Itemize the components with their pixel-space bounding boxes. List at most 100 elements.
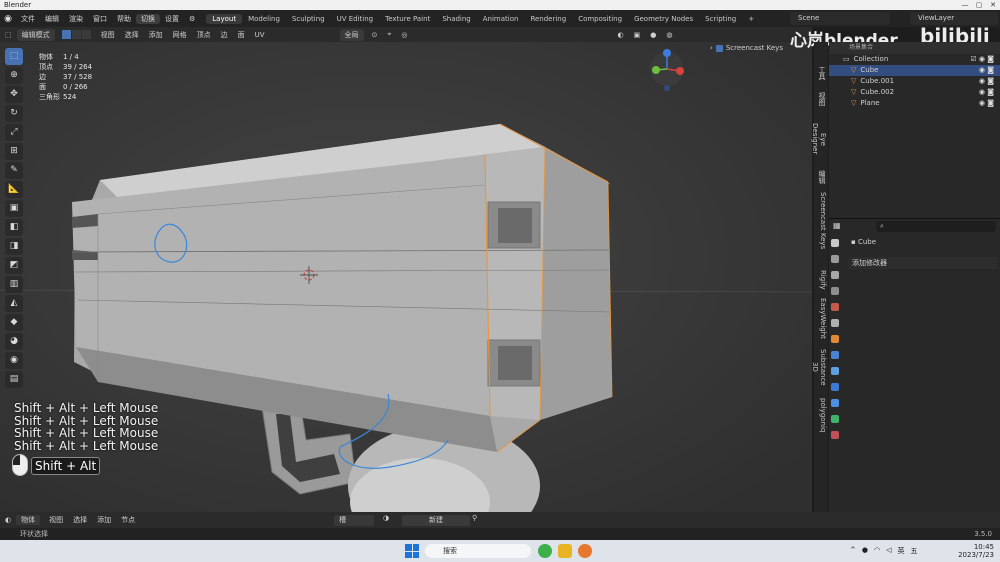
- extrude-icon[interactable]: ◧: [5, 219, 23, 236]
- mode-selector[interactable]: 编辑模式: [16, 28, 55, 41]
- annotate-icon[interactable]: ✎: [5, 162, 23, 179]
- measure-icon[interactable]: 📐: [5, 181, 23, 198]
- menu-face[interactable]: 面: [233, 30, 250, 40]
- overlay-icon[interactable]: ◐: [612, 31, 628, 39]
- pin-icon[interactable]: ⚲: [472, 514, 477, 522]
- visibility-icon[interactable]: ◉ ◙: [979, 76, 994, 87]
- bottom-menu-node[interactable]: 节点: [116, 515, 140, 525]
- transform-orientation-selector[interactable]: 全局: [339, 28, 364, 41]
- loop-cut-icon[interactable]: ▥: [5, 276, 23, 293]
- minimize-button[interactable]: —: [958, 0, 972, 10]
- taskbar-search[interactable]: 搜索: [425, 544, 531, 558]
- face-select-icon[interactable]: [81, 30, 91, 39]
- tab-easyweight[interactable]: EasyWeight: [815, 298, 827, 339]
- output-props-icon[interactable]: [831, 271, 839, 279]
- menu-edge[interactable]: 边: [216, 30, 233, 40]
- tab-compositing[interactable]: Compositing: [572, 14, 628, 24]
- vertex-select-icon[interactable]: [61, 30, 71, 39]
- visibility-icon[interactable]: ◉ ◙: [979, 87, 994, 98]
- wechat-icon[interactable]: [538, 544, 552, 558]
- tab-eye-designer[interactable]: Eye Designer: [811, 116, 827, 162]
- blender-taskbar-icon[interactable]: [578, 544, 592, 558]
- blender-logo-icon[interactable]: ◉: [0, 14, 16, 24]
- new-button[interactable]: 新建: [402, 515, 470, 526]
- menu-render[interactable]: 渲染: [64, 14, 88, 24]
- bottom-mode-selector[interactable]: 物体: [16, 515, 41, 525]
- editor-type-icon[interactable]: ◐: [0, 516, 16, 524]
- screencast-checkbox[interactable]: [715, 44, 723, 52]
- tab-rigify[interactable]: Rigify: [815, 268, 827, 292]
- view-layer-props-icon[interactable]: [831, 287, 839, 295]
- outliner-row-cube[interactable]: ▽ Cube ◉ ◙: [829, 65, 1000, 76]
- chevron-right-icon[interactable]: ›: [710, 44, 713, 52]
- properties-search[interactable]: ⌕: [876, 221, 996, 232]
- chevron-up-icon[interactable]: ^: [850, 546, 856, 556]
- clock[interactable]: 10:45 2023/7/23: [958, 543, 994, 559]
- tab-layout[interactable]: Layout: [206, 13, 243, 24]
- add-modifier-button[interactable]: 添加修改器: [849, 257, 997, 269]
- transform-icon[interactable]: ⊞: [5, 143, 23, 160]
- tab-substance-3d[interactable]: Substance 3D: [811, 344, 827, 390]
- tab-edit[interactable]: 编辑: [815, 168, 827, 186]
- material-icon[interactable]: ◑: [383, 514, 389, 522]
- collection-row[interactable]: ▭ Collection ☑ ◉ ◙: [829, 54, 1000, 65]
- menu-settings[interactable]: 设置: [160, 14, 184, 24]
- volume-icon[interactable]: ◁: [886, 546, 891, 556]
- select-box-icon[interactable]: ⬚: [5, 48, 23, 65]
- particles-props-icon[interactable]: [831, 367, 839, 375]
- bottom-menu-select[interactable]: 选择: [68, 515, 92, 525]
- menu-window[interactable]: 窗口: [88, 14, 112, 24]
- menu-vertex[interactable]: 顶点: [192, 30, 216, 40]
- slot-selector[interactable]: 槽: [334, 515, 374, 526]
- constraints-props-icon[interactable]: [831, 399, 839, 407]
- shading-solid-icon[interactable]: ●: [645, 31, 661, 39]
- outliner-row-plane[interactable]: ▽ Plane ◉ ◙: [829, 98, 1000, 109]
- scale-icon[interactable]: ⤢: [5, 124, 23, 141]
- menu-switch[interactable]: 切换: [136, 13, 160, 24]
- menu-select[interactable]: 选择: [120, 30, 144, 40]
- pivot-icon[interactable]: ⊙: [367, 31, 383, 39]
- tool-props-icon[interactable]: [831, 239, 839, 247]
- shrink-icon[interactable]: ▤: [5, 371, 23, 388]
- gear-icon[interactable]: ⚙: [184, 15, 200, 23]
- windows-start-icon[interactable]: [405, 544, 419, 558]
- scene-props-icon[interactable]: [831, 303, 839, 311]
- shading-material-icon[interactable]: ◍: [661, 31, 677, 39]
- poly-build-icon[interactable]: ◆: [5, 314, 23, 331]
- menu-mesh[interactable]: 网格: [168, 30, 192, 40]
- menu-uv[interactable]: UV: [250, 31, 270, 39]
- knife-icon[interactable]: ◭: [5, 295, 23, 312]
- add-cube-icon[interactable]: ▣: [5, 200, 23, 217]
- tab-modeling[interactable]: Modeling: [242, 14, 286, 24]
- render-props-icon[interactable]: [831, 255, 839, 263]
- data-props-icon[interactable]: [831, 415, 839, 423]
- edge-select-icon[interactable]: [71, 30, 81, 39]
- tab-screencast-keys[interactable]: Screencast Keys: [815, 192, 827, 250]
- bottom-menu-add[interactable]: 添加: [92, 515, 116, 525]
- visibility-icon[interactable]: ◉ ◙: [979, 98, 994, 109]
- bevel-icon[interactable]: ◩: [5, 257, 23, 274]
- material-props-icon[interactable]: [831, 431, 839, 439]
- cursor-icon[interactable]: ⊕: [5, 67, 23, 84]
- file-explorer-icon[interactable]: [558, 544, 572, 558]
- modifier-props-icon[interactable]: [831, 351, 839, 359]
- outliner-row-cube-002[interactable]: ▽ Cube.002 ◉ ◙: [829, 87, 1000, 98]
- xray-icon[interactable]: ▣: [629, 31, 646, 39]
- network-icon[interactable]: ◠: [874, 546, 880, 556]
- smooth-icon[interactable]: ◉: [5, 352, 23, 369]
- menu-edit[interactable]: 编辑: [40, 14, 64, 24]
- properties-editor-icon[interactable]: ▦: [833, 221, 841, 230]
- tab-polygoniq[interactable]: polygoniq: [815, 398, 827, 432]
- menu-file[interactable]: 文件: [16, 14, 40, 24]
- menu-add[interactable]: 添加: [144, 30, 168, 40]
- ime-language[interactable]: 英: [897, 546, 904, 556]
- tab-scripting[interactable]: Scripting: [699, 14, 742, 24]
- outliner-row-cube-001[interactable]: ▽ Cube.001 ◉ ◙: [829, 76, 1000, 87]
- tab-texture-paint[interactable]: Texture Paint: [379, 14, 436, 24]
- tab-rendering[interactable]: Rendering: [524, 14, 572, 24]
- tab-animation[interactable]: Animation: [477, 14, 525, 24]
- tab-uv-editing[interactable]: UV Editing: [331, 14, 380, 24]
- screencast-keys-panel[interactable]: › Screencast Keys: [710, 44, 783, 52]
- inset-icon[interactable]: ◨: [5, 238, 23, 255]
- tab-view[interactable]: 视图: [815, 90, 827, 108]
